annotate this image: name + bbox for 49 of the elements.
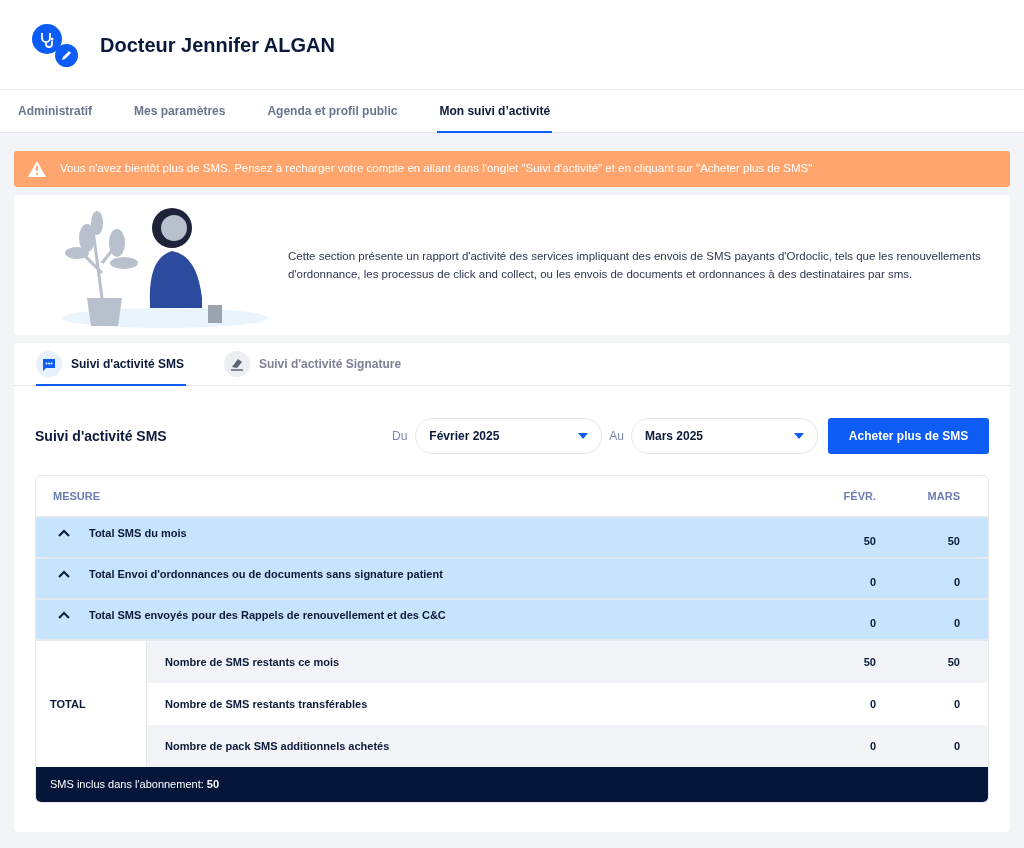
row-label: Nombre de SMS restants transférables bbox=[165, 696, 369, 712]
group-label: Total SMS envoyés pour des Rappels de renouvellement et des C&C bbox=[89, 608, 447, 624]
nav-tab[interactable]: Mes paramètres bbox=[132, 90, 228, 133]
group-row[interactable]: Total Envoi d'ordonnances ou de documents sans signature patient 0 0 bbox=[36, 559, 988, 600]
subscription-info: SMS inclus dans l'abonnement: 50 bbox=[50, 777, 220, 793]
panel-title: Suivi d'activité SMS bbox=[35, 426, 168, 446]
table-cell-text: 0 bbox=[952, 575, 960, 591]
column-header: MESURE bbox=[53, 488, 102, 504]
chat-icon bbox=[36, 350, 62, 377]
row-label: Nombre de pack SMS additionnels achetés bbox=[165, 738, 391, 754]
to-label: Au bbox=[609, 428, 624, 445]
doctor-name: Docteur Jennifer ALGAN bbox=[100, 32, 335, 58]
total-label: TOTAL bbox=[50, 696, 86, 712]
section-tab[interactable]: Suivi d'activité SMS bbox=[36, 343, 186, 386]
from-label: Du bbox=[391, 428, 408, 445]
table-cell-text: 0 bbox=[868, 738, 876, 754]
column-header: MARS bbox=[926, 488, 960, 504]
group-row[interactable]: Total SMS envoyés pour des Rappels de renouvellement et des C&C 0 0 bbox=[36, 600, 988, 641]
table-cell-text: 0 bbox=[952, 696, 960, 712]
table-cell-text: 0 bbox=[868, 616, 876, 632]
edit-icon[interactable] bbox=[55, 43, 78, 67]
nav-tab[interactable]: Agenda et profil public bbox=[265, 90, 400, 133]
group-row[interactable]: Total SMS du mois 50 50 bbox=[36, 518, 988, 559]
row-label: Nombre de SMS restants ce mois bbox=[165, 654, 341, 670]
chevron-icon[interactable] bbox=[58, 611, 70, 620]
table-cell-text: 50 bbox=[862, 654, 876, 670]
warning-icon bbox=[28, 161, 46, 177]
column-header: FÉVR. bbox=[842, 488, 876, 504]
buy-sms-button[interactable]: Acheter plus de SMS bbox=[828, 418, 989, 454]
table-cell-text: 50 bbox=[946, 534, 960, 550]
intro-text: Cette section présente un rapport d'activité des services impliquant des envois de SMS payants d'Ordoclic, tels que les renouvellements d'ordonnance, les processus de click and collect, ou les envois de documents et ordonnances à des destinataires par sms. bbox=[288, 249, 982, 282]
table-cell-text: 0 bbox=[868, 696, 876, 712]
nav-tab[interactable]: Mon suivi d’activité bbox=[437, 90, 553, 133]
caret-icon bbox=[794, 433, 804, 439]
group-label: Total Envoi d'ordonnances ou de documents sans signature patient bbox=[89, 567, 444, 583]
section-tab[interactable]: Suivi d'activité Signature bbox=[223, 343, 404, 386]
warning-text: Vous n'avez bientôt plus de SMS. Pensez à recharger votre compte en allant dans l'onglet "Suivi d'activité" et en cliquant sur "Acheter plus de SMS" bbox=[60, 161, 813, 177]
stethoscope-icon bbox=[32, 23, 62, 54]
chevron-icon[interactable] bbox=[58, 529, 70, 538]
table-cell-text: 0 bbox=[868, 575, 876, 591]
nav-tab[interactable]: Administratif bbox=[16, 90, 94, 133]
chevron-icon[interactable] bbox=[58, 570, 70, 579]
table-cell-text: 0 bbox=[952, 738, 960, 754]
table-cell-text: 0 bbox=[952, 616, 960, 632]
caret-icon bbox=[578, 433, 589, 439]
table-cell-text: 50 bbox=[862, 534, 876, 550]
group-label: Total SMS du mois bbox=[89, 526, 188, 542]
pen-icon bbox=[223, 350, 250, 377]
table-cell-text: 50 bbox=[946, 654, 960, 670]
